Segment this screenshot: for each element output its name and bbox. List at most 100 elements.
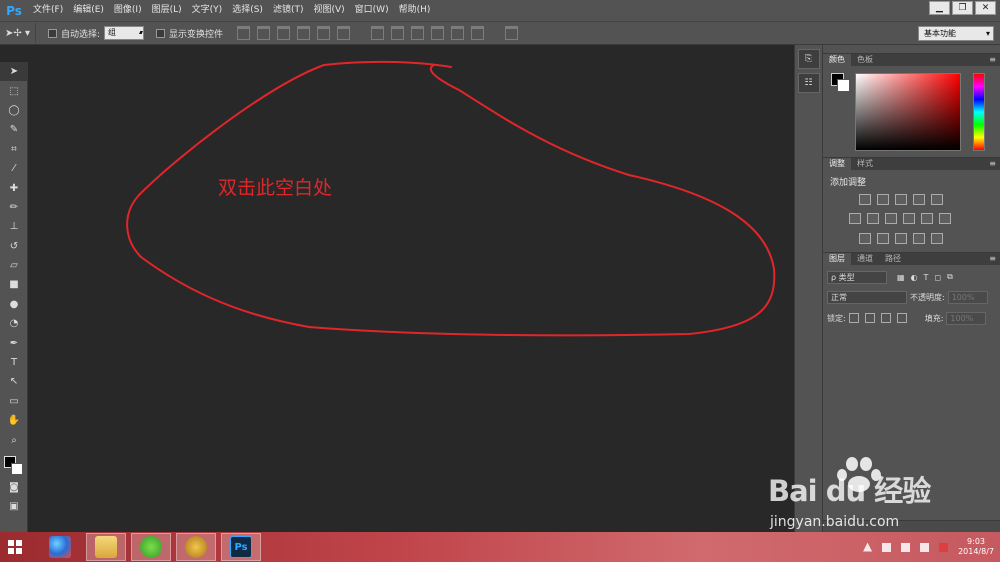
move-tool-icon[interactable]: ➤ <box>0 62 28 82</box>
lock-position-icon[interactable] <box>880 313 891 323</box>
menu-help[interactable]: 帮助(H) <box>394 0 436 21</box>
selective-color-icon[interactable] <box>931 233 943 244</box>
filter-type-icon[interactable]: T <box>924 273 929 282</box>
menu-type[interactable]: 文字(Y) <box>187 0 228 21</box>
crop-tool-icon[interactable]: ⌗ <box>0 140 28 159</box>
gradient-map-icon[interactable] <box>913 233 925 244</box>
color-swatches[interactable] <box>0 450 28 478</box>
network-icon[interactable] <box>920 542 930 552</box>
dodge-tool-icon[interactable]: ◔ <box>0 314 28 333</box>
filter-smart-object-icon[interactable]: ⧉ <box>947 272 953 282</box>
workspace-dropdown[interactable]: 基本功能 <box>918 26 994 41</box>
color-balance-icon[interactable] <box>867 213 879 224</box>
show-hidden-icons-icon[interactable] <box>863 542 873 552</box>
panel-menu-icon[interactable]: ≡ <box>989 253 996 265</box>
tab-styles[interactable]: 样式 <box>851 158 879 170</box>
threshold-icon[interactable] <box>895 233 907 244</box>
eraser-tool-icon[interactable]: ▱ <box>0 256 28 275</box>
background-color-swatch[interactable] <box>11 462 23 475</box>
lock-transparent-icon[interactable] <box>848 313 859 323</box>
distribute-bottom-icon[interactable] <box>411 26 425 40</box>
menu-filter[interactable]: 滤镜(T) <box>268 0 309 21</box>
hand-tool-icon[interactable]: ✋ <box>0 411 28 430</box>
photo-filter-icon[interactable] <box>903 213 915 224</box>
tool-preset-picker[interactable]: ➤✢ ▾ <box>0 23 36 43</box>
align-right-icon[interactable] <box>337 26 351 40</box>
taskbar-app-1[interactable] <box>40 533 80 561</box>
taskbar-file-explorer[interactable] <box>86 533 126 561</box>
filter-adjustment-icon[interactable]: ◐ <box>911 273 918 282</box>
type-tool-icon[interactable]: T <box>0 353 28 372</box>
color-picker-field[interactable] <box>855 73 961 151</box>
zoom-tool-icon[interactable]: ⌕ <box>0 430 28 449</box>
panel-background-swatch[interactable] <box>837 79 850 92</box>
filter-shape-icon[interactable]: ◻ <box>934 273 941 282</box>
brush-tool-icon[interactable]: ✏ <box>0 198 28 217</box>
distribute-top-icon[interactable] <box>371 26 385 40</box>
menu-window[interactable]: 窗口(W) <box>350 0 394 21</box>
invert-icon[interactable] <box>859 233 871 244</box>
blur-tool-icon[interactable]: ● <box>0 295 28 314</box>
align-bottom-icon[interactable] <box>277 26 291 40</box>
panel-menu-icon[interactable]: ≡ <box>989 158 996 170</box>
taskbar-app-4[interactable] <box>176 533 216 561</box>
levels-icon[interactable] <box>877 194 889 205</box>
tab-swatches[interactable]: 色板 <box>851 54 879 66</box>
system-clock[interactable]: 9:03 2014/8/7 <box>958 537 994 557</box>
filter-pixel-icon[interactable]: ▦ <box>897 273 905 282</box>
tab-layers[interactable]: 图层 <box>823 253 851 265</box>
close-button[interactable]: ✕ <box>975 1 996 15</box>
screen-mode-icon[interactable]: ▣ <box>0 497 28 516</box>
pen-tool-icon[interactable]: ✒ <box>0 333 28 352</box>
menu-select[interactable]: 选择(S) <box>227 0 268 21</box>
fill-input[interactable]: 100% <box>946 311 987 325</box>
power-icon[interactable] <box>901 542 911 552</box>
align-top-icon[interactable] <box>237 26 251 40</box>
show-transform-checkbox[interactable] <box>156 28 166 38</box>
marquee-tool-icon[interactable]: ⬚ <box>0 81 28 100</box>
restore-button[interactable]: ❐ <box>952 1 973 15</box>
document-canvas[interactable]: 双击此空白处 <box>29 45 794 532</box>
opacity-input[interactable]: 100% <box>947 290 988 304</box>
curves-icon[interactable] <box>895 194 907 205</box>
color-lookup-icon[interactable] <box>939 213 951 224</box>
menu-file[interactable]: 文件(F) <box>28 0 68 21</box>
clone-stamp-tool-icon[interactable]: ⊥ <box>0 217 28 236</box>
hue-slider[interactable] <box>973 73 985 151</box>
tab-color[interactable]: 颜色 <box>823 54 851 66</box>
tab-paths[interactable]: 路径 <box>879 253 907 265</box>
minimize-button[interactable]: ▁ <box>929 1 950 15</box>
auto-align-icon[interactable] <box>505 26 519 40</box>
properties-panel-icon[interactable]: ☷ <box>797 73 820 93</box>
healing-brush-tool-icon[interactable]: ✚ <box>0 178 28 197</box>
action-center-icon[interactable] <box>939 542 949 552</box>
history-panel-icon[interactable]: ⎘ <box>797 49 820 69</box>
taskbar-browser[interactable] <box>131 533 171 561</box>
taskbar-photoshop[interactable]: Ps <box>221 533 261 561</box>
posterize-icon[interactable] <box>877 233 889 244</box>
align-hcenter-icon[interactable] <box>317 26 331 40</box>
hue-saturation-icon[interactable] <box>849 213 861 224</box>
windows-start-icon[interactable] <box>8 540 22 554</box>
menu-edit[interactable]: 编辑(E) <box>68 0 109 21</box>
align-vcenter-icon[interactable] <box>257 26 271 40</box>
distribute-hcenter-icon[interactable] <box>451 26 465 40</box>
shape-tool-icon[interactable]: ▭ <box>0 392 28 411</box>
menu-layer[interactable]: 图层(L) <box>147 0 187 21</box>
black-white-icon[interactable] <box>885 213 897 224</box>
quick-mask-icon[interactable]: ◙ <box>0 478 28 497</box>
distribute-left-icon[interactable] <box>431 26 445 40</box>
brightness-icon[interactable] <box>859 194 871 205</box>
gradient-tool-icon[interactable]: ■ <box>0 275 28 294</box>
channel-mixer-icon[interactable] <box>921 213 933 224</box>
auto-select-dropdown[interactable]: 组 <box>104 26 145 40</box>
menu-view[interactable]: 视图(V) <box>308 0 349 21</box>
exposure-icon[interactable] <box>913 194 925 205</box>
distribute-right-icon[interactable] <box>471 26 485 40</box>
layer-kind-filter[interactable]: ρ 类型 <box>827 270 887 284</box>
tab-channels[interactable]: 通道 <box>851 253 879 265</box>
vibrance-icon[interactable] <box>931 194 943 205</box>
eyedropper-tool-icon[interactable]: ⁄ <box>0 159 28 178</box>
lock-image-icon[interactable] <box>864 313 875 323</box>
distribute-vcenter-icon[interactable] <box>391 26 405 40</box>
